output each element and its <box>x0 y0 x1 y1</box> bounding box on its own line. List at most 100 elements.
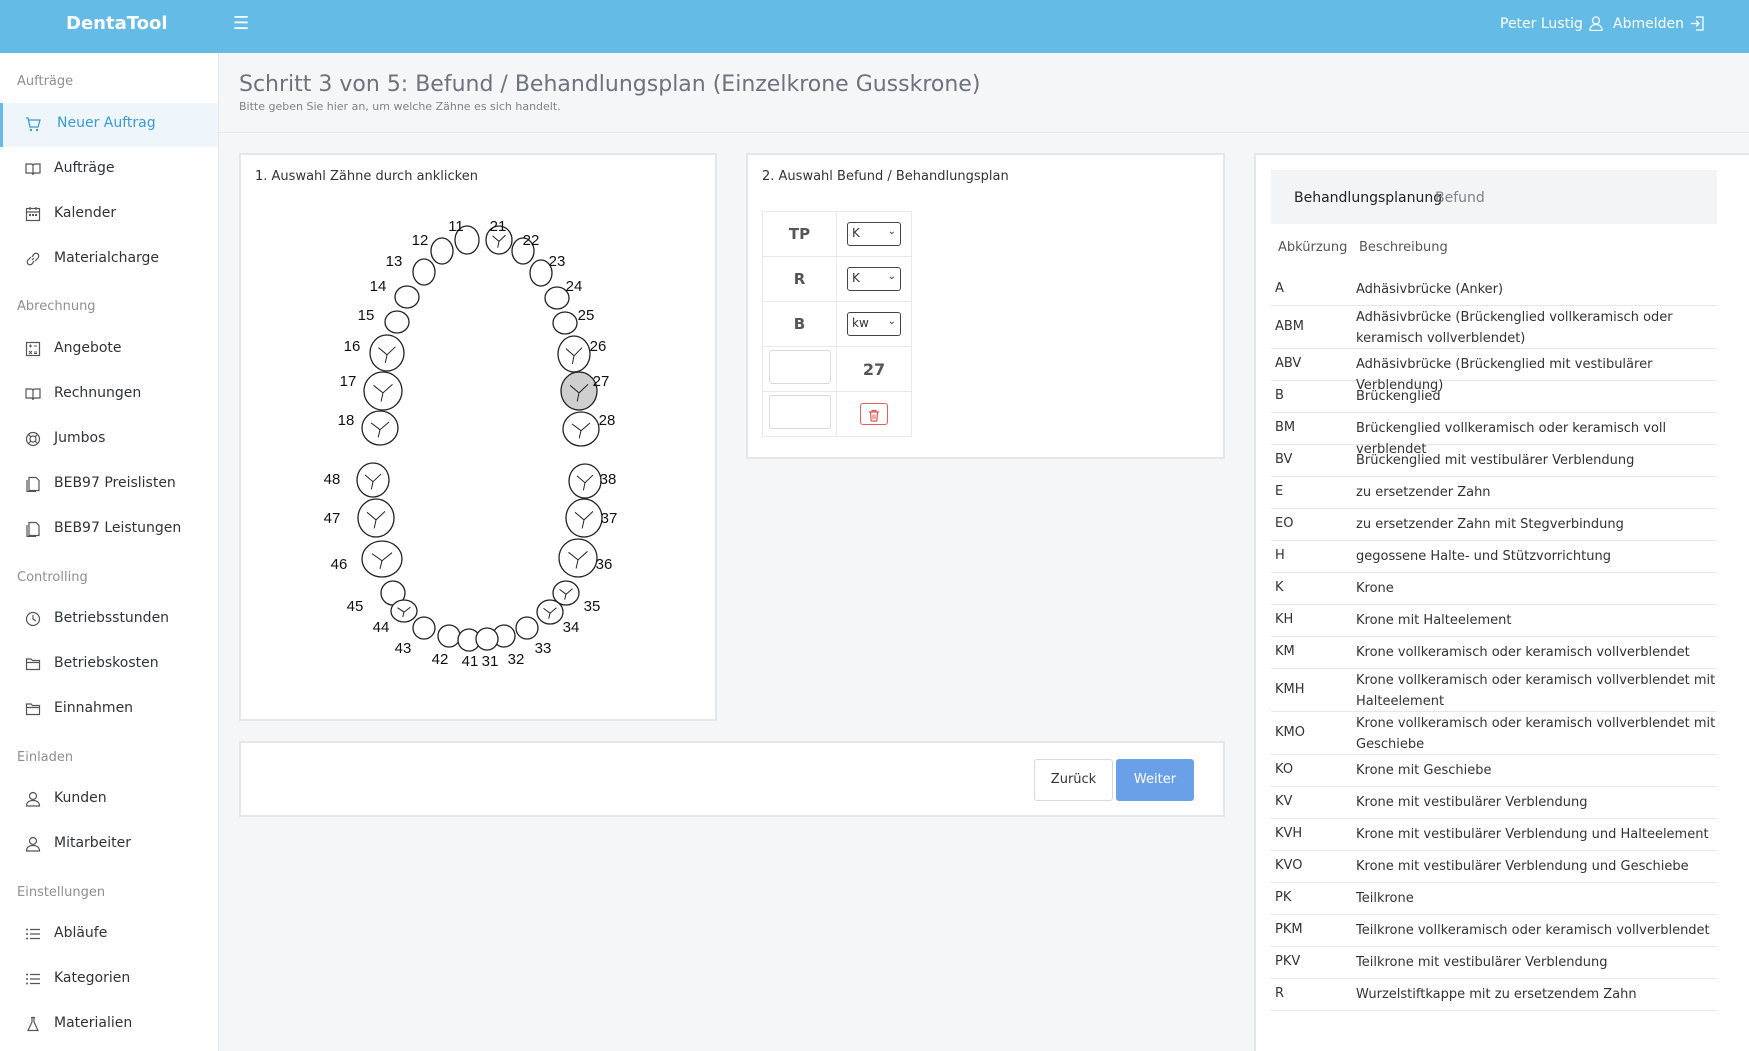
tooth-label-26[interactable]: 26 <box>590 338 607 355</box>
tooth-label-43[interactable]: 43 <box>395 640 412 657</box>
tooth-label-11[interactable]: 11 <box>448 218 464 235</box>
sidebar-item-rechnungen[interactable]: Rechnungen <box>0 373 218 417</box>
tooth-shape[interactable] <box>390 599 418 623</box>
tooth-shape[interactable] <box>394 285 420 309</box>
sidebar-item-beb97-leistungen[interactable]: BEB97 Leistungen <box>0 508 218 552</box>
tooth-shape[interactable] <box>558 538 598 578</box>
tooth-shape[interactable] <box>536 599 564 625</box>
tooth-25[interactable] <box>552 311 578 335</box>
sidebar-item-materialien[interactable]: Materialien <box>0 1003 218 1047</box>
tooth-label-37[interactable]: 37 <box>601 510 618 527</box>
tooth-15[interactable] <box>384 310 410 334</box>
tooth-shape[interactable] <box>515 616 539 640</box>
tooth-label-32[interactable]: 32 <box>508 651 525 668</box>
logout-button[interactable]: Abmelden <box>1613 16 1705 35</box>
hamburger-menu-icon[interactable]: ☰ <box>233 13 249 34</box>
tooth-18[interactable] <box>361 410 399 446</box>
tooth-14[interactable] <box>394 285 420 309</box>
tooth-34[interactable] <box>536 599 564 625</box>
tooth-label-42[interactable]: 42 <box>432 651 449 668</box>
befund-input[interactable] <box>768 395 831 429</box>
sidebar-item-kalender[interactable]: Kalender <box>0 193 218 237</box>
tooth-shape[interactable] <box>568 463 602 499</box>
tooth-shape[interactable] <box>430 237 454 265</box>
tooth-label-38[interactable]: 38 <box>600 471 617 488</box>
tooth-43[interactable] <box>412 616 436 640</box>
delete-button[interactable] <box>860 402 888 425</box>
brand-logo[interactable]: DentaTool <box>66 13 168 34</box>
tooth-27[interactable] <box>560 371 598 411</box>
tooth-shape[interactable] <box>562 411 600 447</box>
sidebar-item-ablaeufe[interactable]: Abläufe <box>0 913 218 957</box>
sidebar-item-kategorien[interactable]: Kategorien <box>0 958 218 1002</box>
tooth-label-14[interactable]: 14 <box>370 278 387 295</box>
tooth-37[interactable] <box>565 498 603 538</box>
tooth-label-45[interactable]: 45 <box>347 598 364 615</box>
tooth-label-13[interactable]: 13 <box>386 253 403 270</box>
tooth-47[interactable] <box>357 498 395 538</box>
tooth-shape[interactable] <box>565 498 603 538</box>
tooth-label-27[interactable]: 27 <box>593 373 610 390</box>
tooth-label-24[interactable]: 24 <box>566 278 583 295</box>
tooth-shape[interactable] <box>361 410 399 446</box>
tooth-label-25[interactable]: 25 <box>578 307 595 324</box>
tooth-shape[interactable] <box>357 498 395 538</box>
sidebar-item-neuer-auftrag[interactable]: Neuer Auftrag <box>0 103 218 147</box>
tooth-shape[interactable] <box>412 616 436 640</box>
sidebar-item-betriebsstunden[interactable]: Betriebsstunden <box>0 598 218 642</box>
sidebar-item-materialcharge[interactable]: Materialcharge <box>0 238 218 282</box>
tooth-33[interactable] <box>515 616 539 640</box>
befund-input[interactable] <box>768 350 831 384</box>
tooth-label-36[interactable]: 36 <box>596 556 613 573</box>
tooth-label-18[interactable]: 18 <box>338 412 355 429</box>
tooth-label-31[interactable]: 31 <box>482 653 499 670</box>
sidebar-item-mitarbeiter[interactable]: Mitarbeiter <box>0 823 218 867</box>
tooth-28[interactable] <box>562 411 600 447</box>
sidebar-item-jumbos[interactable]: Jumbos <box>0 418 218 462</box>
tooth-label-41[interactable]: 41 <box>462 653 479 670</box>
tab-befund[interactable]: Befund <box>1435 190 1485 206</box>
sidebar-item-kunden[interactable]: Kunden <box>0 778 218 822</box>
tooth-label-44[interactable]: 44 <box>373 619 390 636</box>
befund-select-tp[interactable]: K ⌄ <box>847 222 901 246</box>
tooth-31[interactable] <box>475 627 499 651</box>
tooth-label-12[interactable]: 12 <box>412 232 429 249</box>
tooth-17[interactable] <box>363 371 403 411</box>
tooth-label-47[interactable]: 47 <box>324 510 341 527</box>
tooth-38[interactable] <box>568 463 602 499</box>
tooth-label-22[interactable]: 22 <box>523 232 540 249</box>
tooth-label-34[interactable]: 34 <box>563 619 580 636</box>
tooth-label-15[interactable]: 15 <box>358 307 375 324</box>
tooth-label-33[interactable]: 33 <box>535 640 552 657</box>
tooth-shape[interactable] <box>412 258 436 286</box>
tooth-shape[interactable] <box>363 371 403 411</box>
befund-select-b[interactable]: kw ⌄ <box>847 312 901 336</box>
tab-behandlungsplanung[interactable]: Behandlungsplanung <box>1294 190 1442 206</box>
tooth-13[interactable] <box>412 258 436 286</box>
tooth-26[interactable] <box>557 335 591 373</box>
sidebar-item-einnahmen[interactable]: Einnahmen <box>0 688 218 732</box>
tooth-label-17[interactable]: 17 <box>340 373 357 390</box>
tooth-label-16[interactable]: 16 <box>344 338 361 355</box>
back-button[interactable]: Zurück <box>1034 759 1113 801</box>
tooth-shape[interactable] <box>384 310 410 334</box>
tooth-label-48[interactable]: 48 <box>324 471 341 488</box>
tooth-shape[interactable] <box>475 627 499 651</box>
tooth-label-21[interactable]: 21 <box>490 218 507 235</box>
sidebar-item-angebote[interactable]: Angebote <box>0 328 218 372</box>
sidebar-item-auftraege[interactable]: Aufträge <box>0 148 218 192</box>
tooth-44[interactable] <box>390 599 418 623</box>
tooth-label-35[interactable]: 35 <box>584 598 601 615</box>
tooth-shape[interactable] <box>557 335 591 373</box>
tooth-46[interactable] <box>361 540 403 578</box>
tooth-48[interactable] <box>356 462 390 498</box>
next-button[interactable]: Weiter <box>1116 759 1194 801</box>
sidebar-item-beb97-preislisten[interactable]: BEB97 Preislisten <box>0 463 218 507</box>
user-menu[interactable]: Peter Lustig <box>1500 16 1603 35</box>
tooth-shape[interactable] <box>361 540 403 578</box>
tooth-shape[interactable] <box>369 334 405 372</box>
tooth-label-46[interactable]: 46 <box>331 556 348 573</box>
tooth-label-28[interactable]: 28 <box>599 412 616 429</box>
tooth-shape[interactable] <box>552 311 578 335</box>
tooth-shape[interactable] <box>437 624 461 648</box>
